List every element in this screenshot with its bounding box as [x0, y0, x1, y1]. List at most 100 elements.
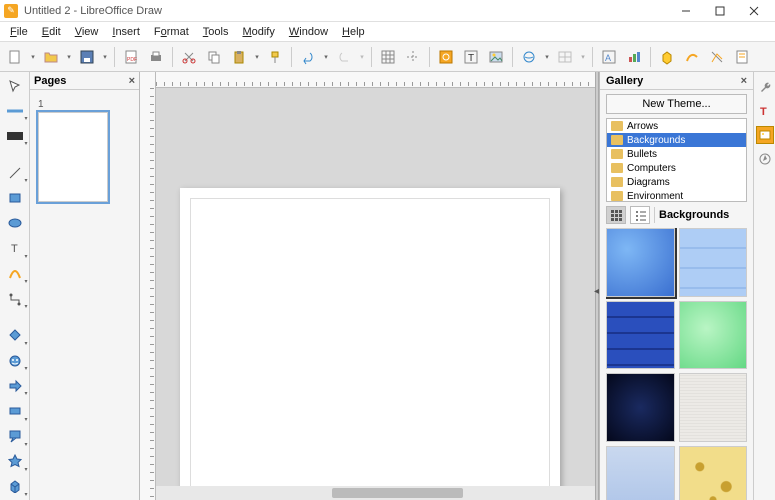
- redo-button[interactable]: [333, 46, 355, 68]
- gallery-close-icon[interactable]: ×: [741, 75, 747, 87]
- ellipse-tool[interactable]: [4, 214, 26, 233]
- basic-shapes-tool[interactable]: ▾: [4, 326, 26, 345]
- show-draw-button[interactable]: [681, 46, 703, 68]
- fill-color-tool[interactable]: ▾: [4, 126, 26, 145]
- menu-window[interactable]: Window: [283, 24, 334, 40]
- 3d-tool[interactable]: ▾: [4, 477, 26, 496]
- svg-text:PDF: PDF: [127, 57, 137, 63]
- open-button[interactable]: [40, 46, 62, 68]
- insert-hyperlink-button[interactable]: [518, 46, 540, 68]
- insert-image-button[interactable]: [485, 46, 507, 68]
- menubar: File Edit View Insert Format Tools Modif…: [0, 22, 775, 42]
- table-dropdown[interactable]: ▾: [579, 53, 587, 61]
- fontwork-button[interactable]: A: [598, 46, 620, 68]
- page-thumbnail[interactable]: [38, 112, 108, 202]
- new-button[interactable]: [4, 46, 26, 68]
- theme-row-bullets[interactable]: Bullets: [607, 147, 746, 161]
- text-tool[interactable]: T▾: [4, 239, 26, 258]
- helplines-button[interactable]: [402, 46, 424, 68]
- callout-tool[interactable]: ▾: [4, 427, 26, 446]
- horizontal-scrollbar[interactable]: [156, 486, 595, 500]
- theme-row-computers[interactable]: Computers: [607, 161, 746, 175]
- menu-format[interactable]: Format: [148, 24, 195, 40]
- rectangle-tool[interactable]: [4, 188, 26, 207]
- maximize-button[interactable]: [703, 1, 737, 21]
- gallery-thumb-paper[interactable]: [679, 373, 748, 442]
- gallery-thumb-dark[interactable]: [606, 373, 675, 442]
- export-pdf-button[interactable]: PDF: [120, 46, 142, 68]
- gallery-thumb-tiles-light[interactable]: [679, 228, 748, 297]
- toggle-extrusion-button[interactable]: [656, 46, 678, 68]
- gallery-thumb-tiles-dark[interactable]: [606, 301, 675, 370]
- star-tool[interactable]: ▾: [4, 452, 26, 471]
- pages-panel: Pages × 1: [30, 72, 140, 500]
- menu-modify[interactable]: Modify: [236, 24, 280, 40]
- new-theme-button[interactable]: New Theme...: [606, 94, 747, 114]
- theme-row-environment[interactable]: Environment: [607, 189, 746, 202]
- glue-points-button[interactable]: [731, 46, 753, 68]
- print-button[interactable]: [145, 46, 167, 68]
- insert-table-button[interactable]: [554, 46, 576, 68]
- gallery-thumbs: [606, 228, 747, 500]
- theme-row-backgrounds[interactable]: Backgrounds: [607, 133, 746, 147]
- menu-edit[interactable]: Edit: [36, 24, 67, 40]
- save-dropdown[interactable]: ▾: [101, 53, 109, 61]
- menu-insert[interactable]: Insert: [106, 24, 146, 40]
- close-button[interactable]: [737, 1, 771, 21]
- gallery-thumb-cheese[interactable]: [679, 446, 748, 500]
- theme-list[interactable]: ArrowsBackgrounds BulletsComputers Diagram…: [606, 118, 747, 202]
- theme-row-arrows[interactable]: Arrows: [607, 119, 746, 133]
- menu-view[interactable]: View: [69, 24, 105, 40]
- hyperlink-dropdown[interactable]: ▾: [543, 53, 551, 61]
- paste-dropdown[interactable]: ▾: [253, 53, 261, 61]
- sidebar-navigator-icon[interactable]: [756, 150, 774, 168]
- menu-file[interactable]: File: [4, 24, 34, 40]
- cut-button[interactable]: [178, 46, 200, 68]
- menu-tools[interactable]: Tools: [197, 24, 235, 40]
- theme-row-diagrams[interactable]: Diagrams: [607, 175, 746, 189]
- insert-text-button[interactable]: T: [460, 46, 482, 68]
- copy-button[interactable]: [203, 46, 225, 68]
- flowchart-tool[interactable]: ▾: [4, 401, 26, 420]
- canvas-area[interactable]: [140, 72, 595, 500]
- splitter[interactable]: [595, 72, 599, 500]
- line-color-tool[interactable]: ▾: [4, 101, 26, 120]
- drawing-page[interactable]: [180, 188, 560, 500]
- clone-format-button[interactable]: [264, 46, 286, 68]
- sidebar-properties-icon[interactable]: T: [756, 102, 774, 120]
- new-dropdown[interactable]: ▾: [29, 53, 37, 61]
- undo-button[interactable]: [297, 46, 319, 68]
- line-tool[interactable]: ▾: [4, 163, 26, 182]
- vertical-ruler: [140, 72, 156, 500]
- theme-label: Bullets: [627, 149, 657, 160]
- gallery-thumb-water[interactable]: [606, 228, 675, 297]
- page-thumb-1[interactable]: 1: [30, 90, 139, 210]
- menu-help[interactable]: Help: [336, 24, 371, 40]
- icon-view-button[interactable]: [606, 206, 626, 224]
- horizontal-ruler: [156, 72, 595, 88]
- theme-label: Diagrams: [627, 177, 670, 188]
- arrow-shapes-tool[interactable]: ▾: [4, 376, 26, 395]
- redo-dropdown[interactable]: ▾: [358, 53, 366, 61]
- detail-view-button[interactable]: [630, 206, 650, 224]
- connector-tool[interactable]: ▾: [4, 289, 26, 308]
- insert-chart-button[interactable]: [623, 46, 645, 68]
- gallery-thumb-green[interactable]: [679, 301, 748, 370]
- undo-dropdown[interactable]: ▾: [322, 53, 330, 61]
- edit-points-button[interactable]: [706, 46, 728, 68]
- symbol-shapes-tool[interactable]: ▾: [4, 351, 26, 370]
- drawing-toolbar: ▾ ▾ ▾ T▾ ▾ ▾ ▾ ▾ ▾ ▾ ▾ ▾ ▾: [0, 72, 30, 500]
- open-dropdown[interactable]: ▾: [65, 53, 73, 61]
- zoom-button[interactable]: [435, 46, 457, 68]
- paste-button[interactable]: [228, 46, 250, 68]
- gallery-thumb-blue-fabric[interactable]: [606, 446, 675, 500]
- pages-panel-close-icon[interactable]: ×: [129, 75, 135, 87]
- save-button[interactable]: [76, 46, 98, 68]
- sidebar-gallery-icon[interactable]: [756, 126, 774, 144]
- grid-button[interactable]: [377, 46, 399, 68]
- pages-panel-header: Pages ×: [30, 72, 139, 90]
- curve-tool[interactable]: ▾: [4, 264, 26, 283]
- sidebar-settings-icon[interactable]: [756, 78, 774, 96]
- minimize-button[interactable]: [669, 1, 703, 21]
- select-tool[interactable]: [4, 76, 26, 95]
